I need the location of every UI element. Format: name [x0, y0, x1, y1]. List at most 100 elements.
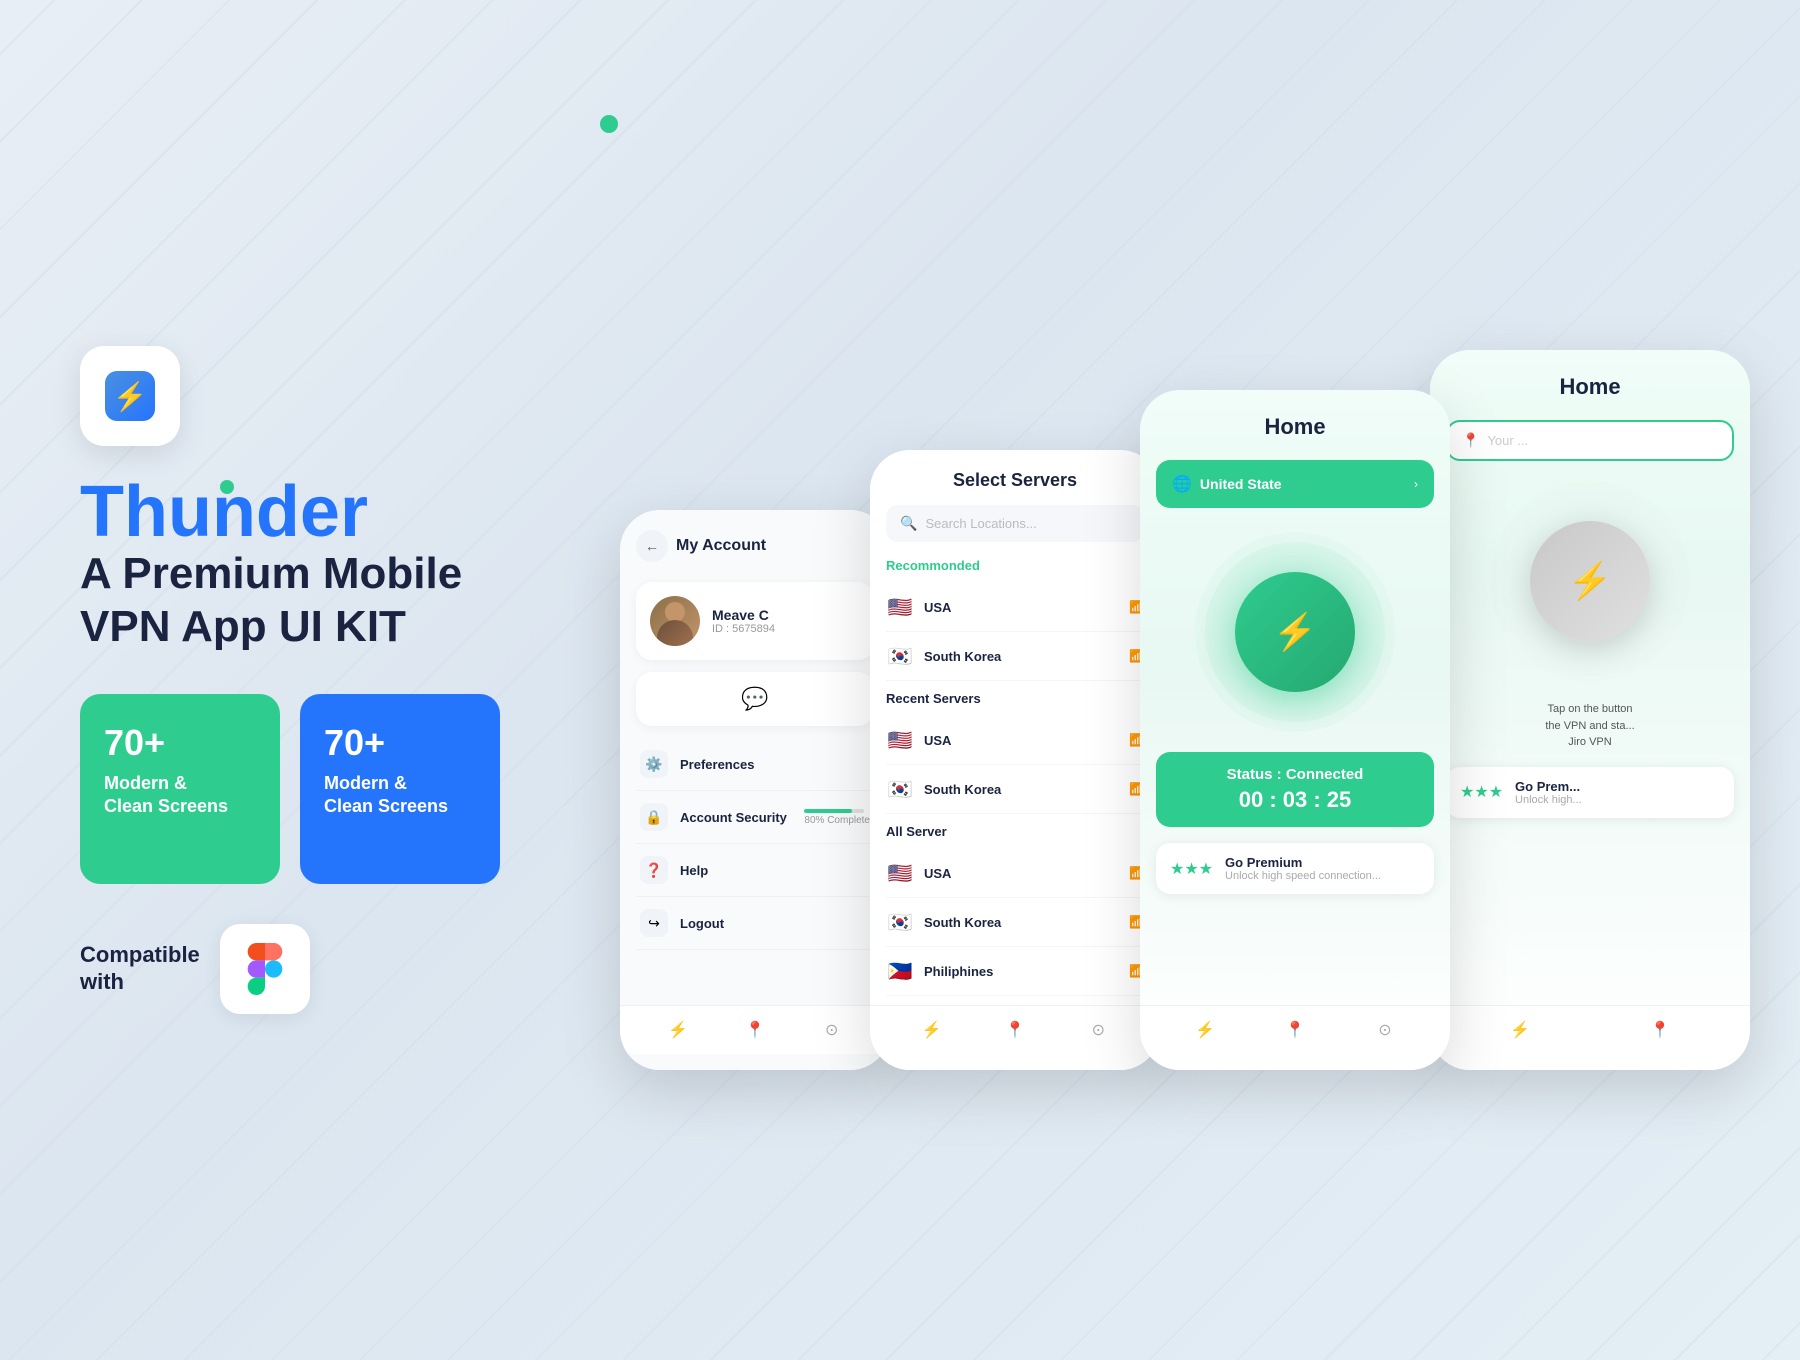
- server-name-korea-all: South Korea: [924, 915, 1119, 930]
- server-name-usa-rec: USA: [924, 600, 1119, 615]
- nav-settings[interactable]: ⊙: [818, 1016, 846, 1044]
- premium-text: Go Premium Unlock high speed connection.…: [1225, 855, 1381, 882]
- phones-section: ← My Account: [620, 290, 1750, 1070]
- account-bottom-nav: ⚡ 📍 ⊙: [620, 1005, 890, 1054]
- nav-hc-settings[interactable]: ⊙: [1371, 1016, 1399, 1044]
- server-name-korea-recent: South Korea: [924, 782, 1119, 797]
- phone-account: ← My Account: [620, 510, 890, 1070]
- vpn-connect-button-2[interactable]: ⚡: [1530, 521, 1650, 641]
- server-chevron: ›: [1414, 477, 1418, 491]
- brand-subtitle: A Premium Mobile VPN App UI KIT: [80, 548, 560, 654]
- menu-item-security[interactable]: 🔒 Account Security 80% Complete: [636, 791, 874, 844]
- back-button[interactable]: ←: [636, 530, 668, 562]
- progress-label: 80% Complete: [804, 815, 870, 826]
- menu-item-preferences[interactable]: ⚙️ Preferences: [636, 738, 874, 791]
- menu-item-logout[interactable]: ↪ Logout: [636, 897, 874, 950]
- security-progress: 80% Complete: [804, 809, 870, 826]
- status-box: Status : Connected 00 : 03 : 25: [1156, 752, 1434, 827]
- security-label: Account Security: [680, 810, 787, 825]
- nav-home[interactable]: ⚡: [664, 1016, 692, 1044]
- servers-screen: Select Servers 🔍 Search Locations... Rec…: [870, 450, 1160, 1070]
- nav-location[interactable]: 📍: [741, 1016, 769, 1044]
- profile-section: Meave C ID : 5675894: [636, 582, 874, 660]
- feature-count-2: 70+: [324, 722, 476, 764]
- server-rec-usa[interactable]: 🇺🇸 USA 📶: [886, 583, 1144, 632]
- app-icon-inner: ⚡: [105, 371, 155, 421]
- status-text: Status : Connected: [1172, 766, 1418, 783]
- menu-item-help[interactable]: ❓ Help: [636, 844, 874, 897]
- premium-subtitle: Unlock high speed connection...: [1225, 870, 1381, 882]
- chat-icon: 💬: [741, 686, 768, 712]
- home-connected-screen: Home 🌐 United State › ⚡: [1140, 390, 1450, 1070]
- home-disconnected-bottom-nav: ⚡ 📍: [1430, 1005, 1750, 1054]
- server-selector[interactable]: 🌐 United State ›: [1156, 460, 1434, 508]
- search-bar[interactable]: 🔍 Search Locations...: [886, 505, 1144, 542]
- server-selector-left: 🌐 United State: [1172, 474, 1282, 494]
- account-screen: ← My Account: [620, 510, 890, 1070]
- vpn-lightning-icon: ⚡: [1273, 611, 1318, 653]
- servers-bottom-nav: ⚡ 📍 ⊙: [870, 1005, 1160, 1054]
- security-icon: 🔒: [640, 803, 668, 831]
- server-recent-korea[interactable]: 🇰🇷 South Korea 📶: [886, 765, 1144, 814]
- profile-name: Meave C: [712, 607, 775, 623]
- phone-servers-wrapper: Select Servers 🔍 Search Locations... Rec…: [870, 450, 1160, 1070]
- nav-servers-home[interactable]: ⚡: [918, 1016, 946, 1044]
- logout-label: Logout: [680, 916, 724, 931]
- server-rec-korea[interactable]: 🇰🇷 South Korea 📶: [886, 632, 1144, 681]
- avatar: [650, 596, 700, 646]
- nav-hc-home[interactable]: ⚡: [1191, 1016, 1219, 1044]
- vpn-connect-button[interactable]: ⚡: [1235, 572, 1355, 692]
- profile-id: ID : 5675894: [712, 623, 775, 635]
- brand-title-block: Thunder A Premium Mobile VPN App UI KIT: [80, 476, 560, 654]
- compatible-section: Compatiblewith: [80, 924, 560, 1014]
- phone-home-disconnected: Home 📍 Your ... ⚡: [1430, 350, 1750, 1070]
- phone-home-connected: Home 🌐 United State › ⚡: [1140, 390, 1450, 1070]
- premium-stars-2: ★★★: [1460, 782, 1503, 802]
- feature-card-blue: 70+ Modern &Clean Screens: [300, 694, 500, 884]
- progress-fill: [804, 809, 852, 813]
- tagline-2: VPN App UI KIT: [80, 602, 406, 651]
- preferences-icon: ⚙️: [640, 750, 668, 778]
- vpn-button-area-2: ⚡: [1446, 481, 1734, 681]
- chat-button[interactable]: 💬: [636, 672, 874, 726]
- tagline-1: A Premium Mobile: [80, 549, 462, 598]
- left-section: ⚡ Thunder A Premium Mobile VPN App UI KI…: [80, 346, 560, 1014]
- premium-card-2[interactable]: ★★★ Go Prem... Unlock high...: [1446, 767, 1734, 818]
- location-icon: 📍: [1462, 432, 1479, 449]
- phone-servers: Select Servers 🔍 Search Locations... Rec…: [870, 450, 1160, 1070]
- premium-subtitle-2: Unlock high...: [1515, 794, 1582, 806]
- premium-card[interactable]: ★★★ Go Premium Unlock high speed connect…: [1156, 843, 1434, 894]
- search-icon: 🔍: [900, 515, 917, 532]
- vpn-button-area: ⚡: [1156, 532, 1434, 732]
- app-icon: ⚡: [80, 346, 180, 446]
- feature-count-1: 70+: [104, 722, 256, 764]
- flag-korea-recent: 🇰🇷: [886, 775, 914, 803]
- phone-home-connected-wrapper: Home 🌐 United State › ⚡: [1140, 390, 1450, 1070]
- selected-country: United State: [1200, 476, 1282, 492]
- premium-text-2: Go Prem... Unlock high...: [1515, 779, 1582, 806]
- nav-hd-location[interactable]: 📍: [1646, 1016, 1674, 1044]
- section-recent: Recent Servers: [886, 691, 1144, 706]
- figma-svg: [247, 943, 283, 995]
- nav-servers-settings[interactable]: ⊙: [1084, 1016, 1112, 1044]
- server-all-usa[interactable]: 🇺🇸 USA 📶: [886, 849, 1144, 898]
- figma-icon: [220, 924, 310, 1014]
- phone-home-disconnected-wrapper: Home 📍 Your ... ⚡: [1430, 350, 1750, 1070]
- server-rec-usa-2[interactable]: 🇺🇸 USA 📶: [886, 716, 1144, 765]
- server-all-phil[interactable]: 🇵🇭 Philiphines 📶: [886, 947, 1144, 996]
- tap-instruction: Tap on the buttonthe VPN and sta...Jiro …: [1446, 701, 1734, 751]
- nav-hc-location[interactable]: 📍: [1281, 1016, 1309, 1044]
- server-all-korea[interactable]: 🇰🇷 South Korea 📶: [886, 898, 1144, 947]
- section-recommended: Recommonded: [886, 558, 1144, 573]
- flag-usa-recent: 🇺🇸: [886, 726, 914, 754]
- vpn-outer-ring-gray: ⚡: [1490, 481, 1690, 681]
- home-connected-title: Home: [1156, 414, 1434, 440]
- nav-servers-location[interactable]: 📍: [1001, 1016, 1029, 1044]
- nav-hd-home[interactable]: ⚡: [1506, 1016, 1534, 1044]
- location-bar[interactable]: 📍 Your ...: [1446, 420, 1734, 461]
- premium-stars: ★★★: [1170, 859, 1213, 879]
- server-name-korea-rec: South Korea: [924, 649, 1119, 664]
- help-label: Help: [680, 863, 708, 878]
- search-placeholder: Search Locations...: [925, 516, 1036, 531]
- server-name-phil-all: Philiphines: [924, 964, 1119, 979]
